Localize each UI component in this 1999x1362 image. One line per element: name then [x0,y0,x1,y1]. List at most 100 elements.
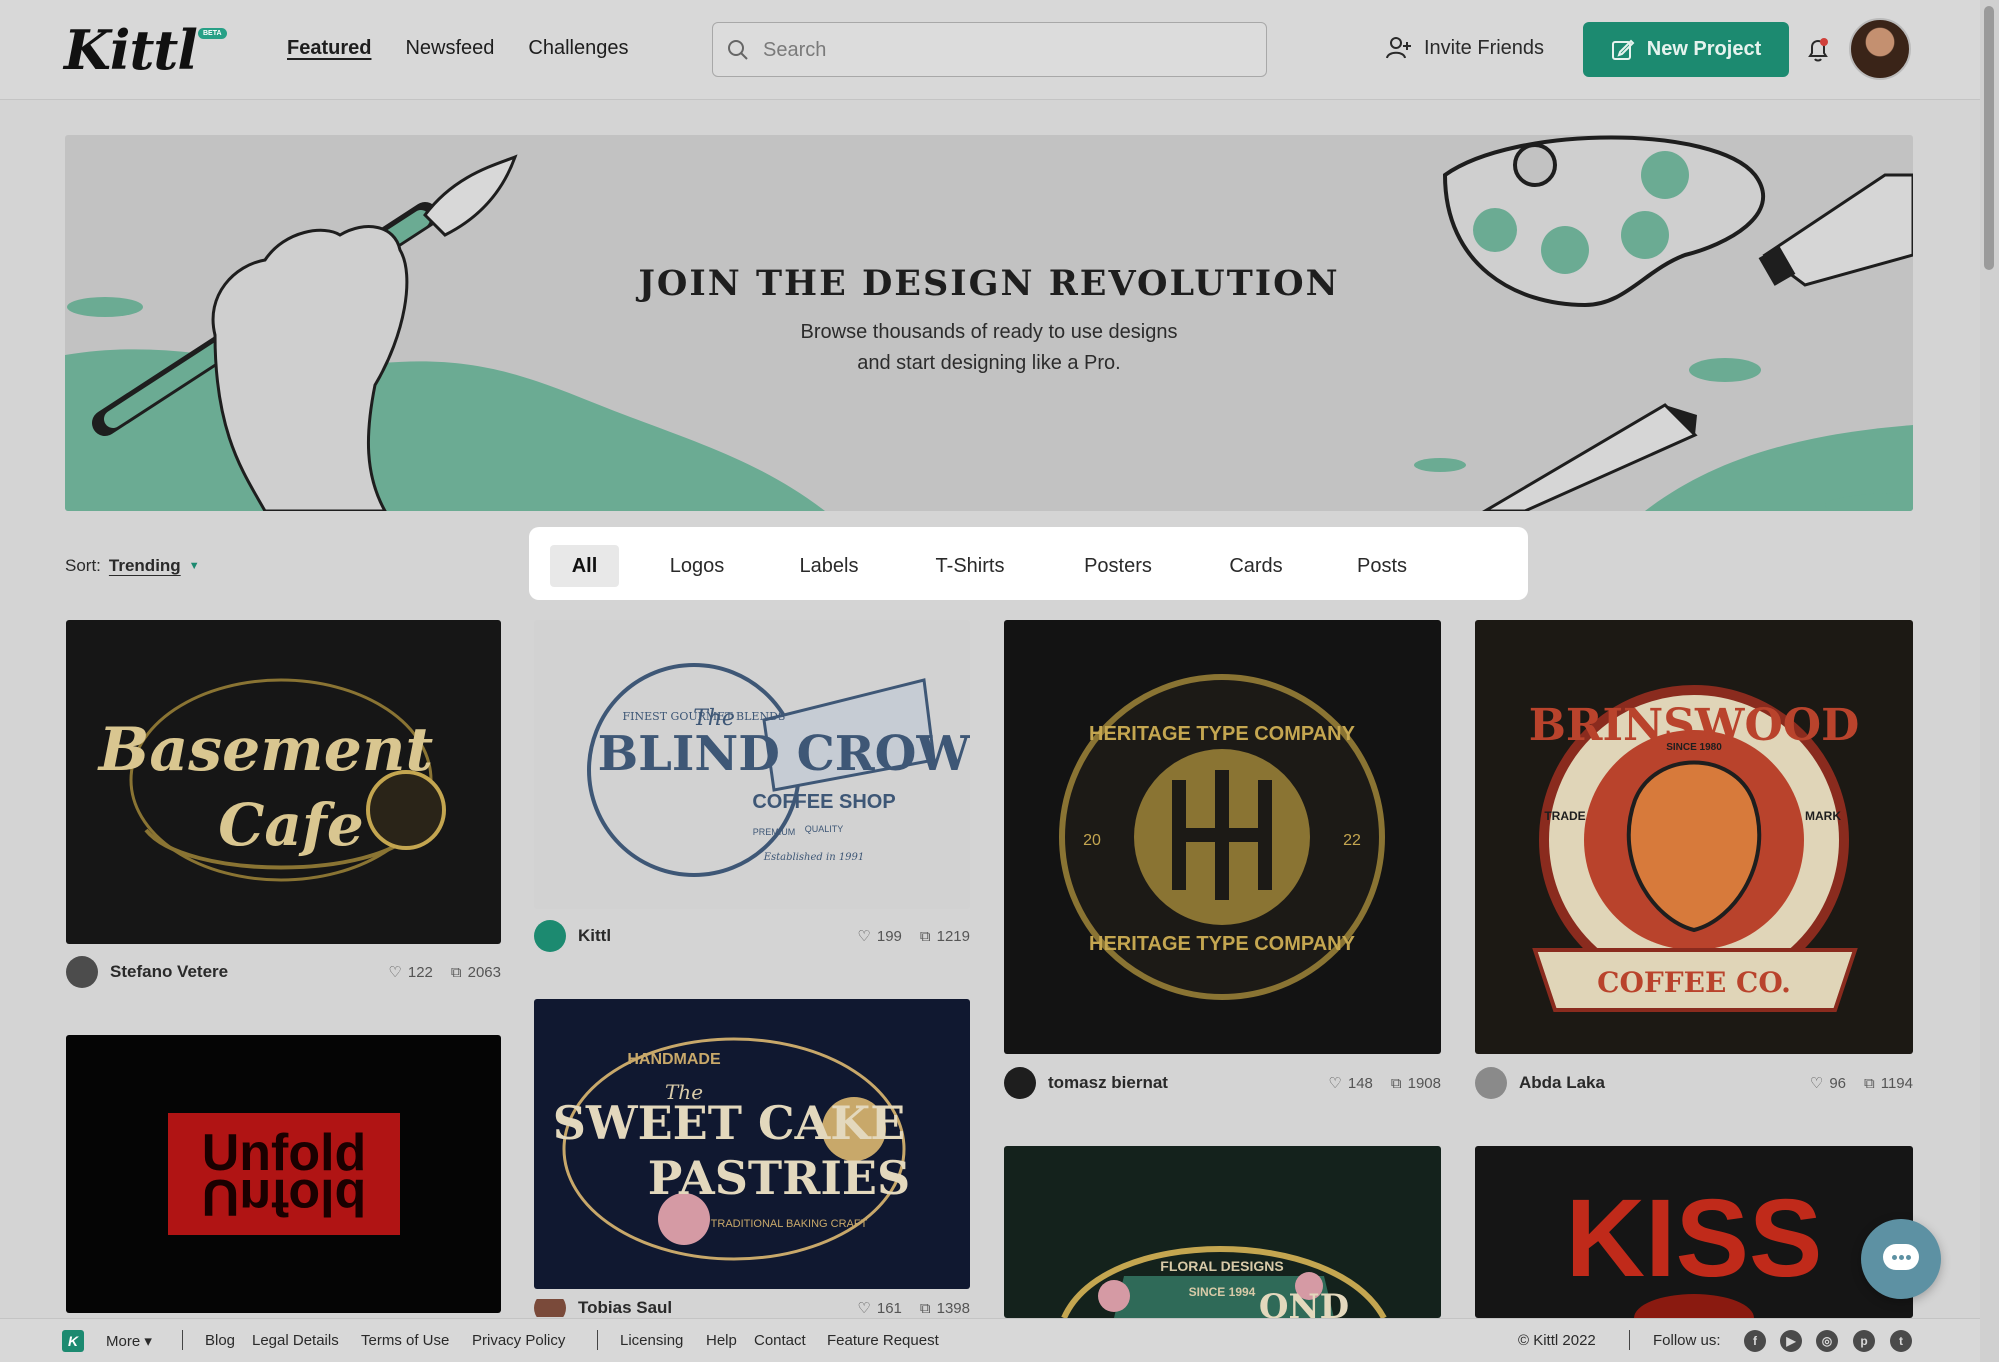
tab-posts[interactable]: Posts [1349,545,1415,587]
footer-link-terms[interactable]: Terms of Use [361,1332,449,1349]
kiss-art: KISS [1566,1177,1822,1318]
nav-featured[interactable]: Featured [287,37,371,60]
search-box[interactable] [712,22,1267,77]
copy-icon: ⧉ [919,927,931,945]
footer-link-contact[interactable]: Contact [754,1332,806,1349]
invite-friends-button[interactable]: Invite Friends [1386,36,1544,60]
copies-stat: ⧉ 1398 [920,1300,970,1317]
brinswood-trade: TRADE [1544,809,1585,823]
likes-count: 199 [876,927,902,945]
design-thumbnail-heritage-type[interactable]: HERITAGE TYPE COMPANY HERITAGE TYPE COMP… [1004,620,1441,1054]
design-thumbnail-blind-crow[interactable]: FINEST GOURMET BLENDS The BLIND CROW COF… [534,620,970,909]
likes-stat[interactable]: ♡ 148 [1328,1074,1372,1093]
basement-text: Basement [97,715,434,785]
footer-link-feature-request[interactable]: Feature Request [827,1332,939,1349]
edit-icon [1611,39,1635,60]
likes-stat[interactable]: ♡ 199 [857,927,902,946]
blind-crow-established: Established in 1991 [763,852,865,863]
copy-icon: ⧉ [919,1299,931,1317]
footer-bar: K More ▾ Blog Legal Details Terms of Use… [0,1318,1980,1362]
author-avatar[interactable] [534,920,566,952]
tab-all[interactable]: All [550,545,619,587]
design-thumbnail-kiss[interactable]: KISS [1475,1146,1913,1318]
floral-title: FLORAL DESIGNS [1160,1258,1283,1274]
design-thumbnail-basement-cafe[interactable]: Basement Cafe [66,620,501,944]
likes-count: 96 [1829,1074,1847,1092]
tab-t-shirts[interactable]: T-Shirts [925,545,1015,587]
heart-icon: ♡ [1809,1075,1824,1092]
author-name[interactable]: tomasz biernat [1048,1073,1310,1093]
tab-labels[interactable]: Labels [791,545,867,587]
author-name[interactable]: Kittl [578,926,839,946]
instagram-icon[interactable]: ◎ [1816,1330,1838,1352]
user-avatar[interactable] [1849,18,1911,80]
footer-link-licensing[interactable]: Licensing [620,1332,683,1349]
copy-icon: ⧉ [1390,1074,1402,1092]
card-meta: Kittl ♡ 199 ⧉ 1219 [534,919,970,953]
sort-dropdown-icon[interactable]: ▼ [189,560,200,572]
author-avatar[interactable] [66,956,98,988]
author-avatar[interactable] [1475,1067,1507,1099]
pinterest-icon[interactable]: p [1853,1330,1875,1352]
floral-since: SINCE 1994 [1189,1285,1256,1299]
copies-count: 2063 [467,963,501,981]
notification-bell-icon[interactable] [1806,37,1830,63]
likes-stat[interactable]: ♡ 96 [1809,1074,1847,1093]
author-name[interactable]: Tobias Saul [578,1299,839,1317]
beta-badge: BETA [198,28,227,39]
likes-stat[interactable]: ♡ 122 [388,963,433,982]
design-thumbnail-unfold[interactable]: Unfold Unfold [66,1035,501,1313]
card-meta: Abda Laka ♡ 96 ⧉ 1194 [1475,1066,1913,1100]
sweet-cake-tagline: TRADITIONAL BAKING CRAFT [711,1218,868,1230]
sort-value[interactable]: Trending [109,556,181,576]
hero-subtitle-line2: and start designing like a Pro. [857,352,1121,374]
footer-copyright: © Kittl 2022 [1518,1332,1596,1349]
brinswood-mark: MARK [1805,809,1841,823]
blind-crow-premium: PREMIUM [753,827,796,837]
design-thumbnail-floral-designs[interactable]: FLORAL DESIGNS SINCE 1994 OND [1004,1146,1441,1318]
nav-challenges[interactable]: Challenges [528,37,628,60]
author-name[interactable]: Abda Laka [1519,1073,1792,1093]
footer-divider [182,1330,183,1350]
search-input[interactable] [763,37,1243,63]
author-avatar[interactable] [1004,1067,1036,1099]
floral-designs-art: FLORAL DESIGNS SINCE 1994 OND [1061,1246,1387,1318]
brinswood-art: BRINSWOOD SINCE 1980 TRADE MARK COFFEE C… [1529,685,1859,1012]
design-thumbnail-brinswood[interactable]: BRINSWOOD SINCE 1980 TRADE MARK COFFEE C… [1475,620,1913,1054]
card-meta: Stefano Vetere ♡ 122 ⧉ 2063 [66,955,501,989]
scrollbar-thumb[interactable] [1984,6,1994,270]
author-name[interactable]: Stefano Vetere [110,962,370,982]
likes-count: 122 [407,963,433,981]
nav-newsfeed[interactable]: Newsfeed [405,37,494,60]
footer-divider [597,1330,598,1350]
twitter-icon[interactable]: t [1890,1330,1912,1352]
card-meta: Tobias Saul ♡ 161 ⧉ 1398 [534,1299,970,1317]
author-avatar[interactable] [534,1299,566,1317]
sort-control[interactable]: Sort: Trending ▼ [65,556,200,576]
footer-more[interactable]: More ▾ [106,1332,152,1350]
chat-support-button[interactable] [1861,1219,1941,1299]
sort-label: Sort: [65,556,101,575]
footer-link-privacy[interactable]: Privacy Policy [472,1332,565,1349]
heritage-type-art: HERITAGE TYPE COMPANY HERITAGE TYPE COMP… [1059,674,1385,1000]
footer-link-blog[interactable]: Blog [205,1332,235,1349]
youtube-icon[interactable]: ▶ [1780,1330,1802,1352]
design-thumbnail-sweet-cake[interactable]: HANDMADE The SWEET CAKE PASTRIES TRADITI… [534,999,970,1289]
copies-count: 1398 [936,1299,970,1317]
hero-subtitle-line1: Browse thousands of ready to use designs [800,321,1178,343]
tab-posters[interactable]: Posters [1075,545,1161,587]
facebook-icon[interactable]: f [1744,1330,1766,1352]
likes-stat[interactable]: ♡ 161 [857,1299,902,1318]
heritage-bottom-text: HERITAGE TYPE COMPANY [1089,933,1356,955]
footer-kittl-logo[interactable]: K [62,1330,84,1352]
tab-logos[interactable]: Logos [662,545,732,587]
kittl-logo[interactable]: Kittl [64,18,198,82]
main-nav: Featured Newsfeed Challenges [287,37,628,60]
add-user-icon [1386,37,1411,59]
likes-count: 161 [876,1299,902,1317]
footer-link-help[interactable]: Help [706,1332,737,1349]
unfold-art: Unfold Unfold [168,1113,400,1235]
new-project-button[interactable]: New Project [1583,22,1789,77]
tab-cards[interactable]: Cards [1221,545,1291,587]
footer-link-legal[interactable]: Legal Details [252,1332,339,1349]
